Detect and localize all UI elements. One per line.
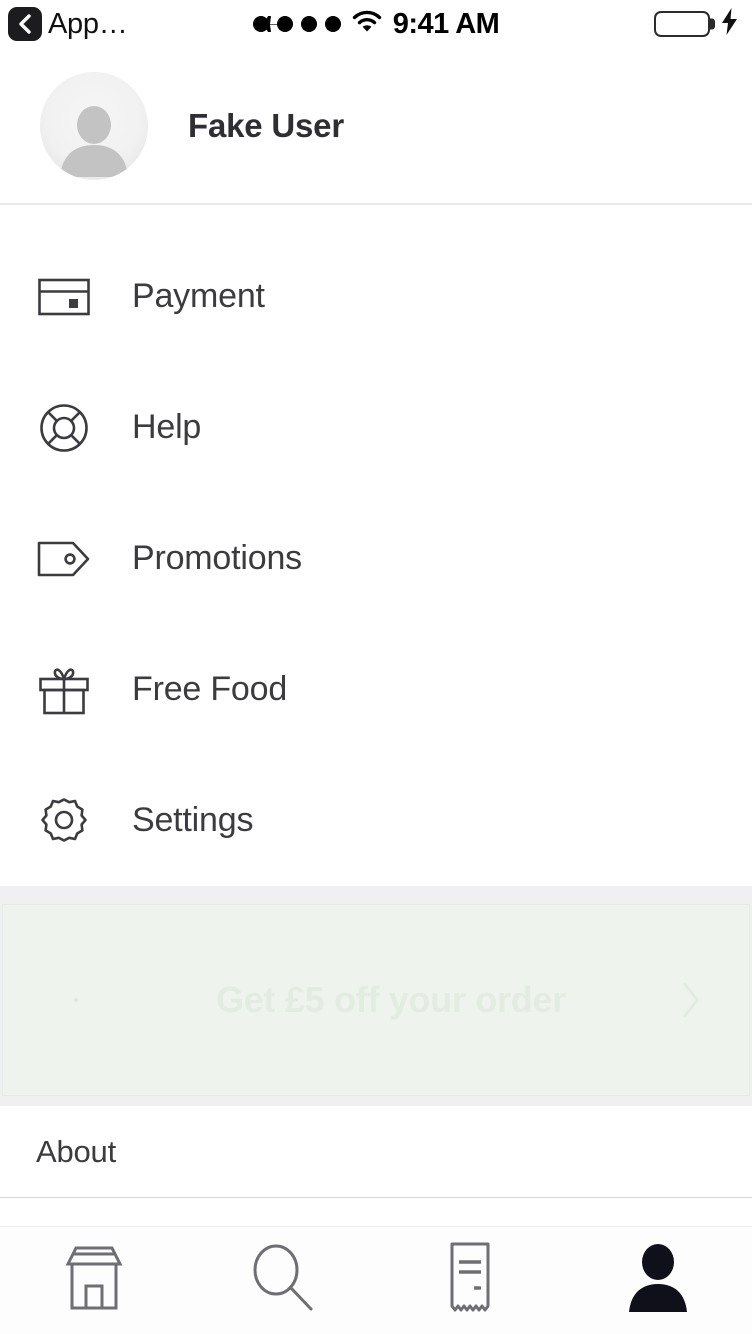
tab-orders[interactable]: [376, 1227, 564, 1334]
menu-item-label: Promotions: [132, 539, 302, 577]
tab-account[interactable]: [564, 1227, 752, 1334]
back-button-label: App…: [48, 7, 128, 40]
menu-item-help[interactable]: Help: [0, 362, 752, 493]
about-label: About: [36, 1133, 117, 1169]
life-ring-icon: [36, 403, 92, 453]
bottom-tab-bar: [0, 1226, 752, 1334]
menu-item-payment[interactable]: Payment: [0, 231, 752, 362]
avatar[interactable]: [40, 71, 148, 180]
promo-banner-text: Get £5 off your order: [216, 979, 566, 1020]
account-menu: Payment Help Promotions Free Food Settin…: [0, 205, 752, 886]
menu-item-promotions[interactable]: Promotions: [0, 493, 752, 624]
status-bar: App… 9:41 AM: [0, 0, 752, 48]
charging-bolt-icon: [721, 8, 738, 40]
menu-item-label: Settings: [132, 801, 254, 839]
chevron-left-icon[interactable]: [8, 7, 42, 41]
cellular-signal-dots-icon: [252, 13, 341, 35]
menu-item-about[interactable]: About: [0, 1106, 752, 1198]
menu-item-settings[interactable]: Settings: [0, 755, 752, 886]
page-title: Fake User: [188, 106, 344, 144]
about-section: About: [0, 1106, 752, 1226]
chevron-right-icon[interactable]: [661, 980, 721, 1020]
status-bar-clock: 9:41 AM: [392, 7, 500, 40]
back-to-app-button[interactable]: App…: [8, 7, 128, 41]
person-icon: [623, 1242, 693, 1319]
gear-icon: [36, 796, 92, 846]
menu-item-label: Help: [132, 408, 202, 446]
profile-header[interactable]: Fake User: [0, 48, 752, 205]
user-avatar-placeholder-icon: [55, 103, 133, 180]
app-screen: App… 9:41 AM Fake User Payment Help Prom…: [0, 0, 752, 1334]
status-bar-right: [654, 8, 738, 40]
promo-banner-section: Get £5 off your order: [0, 886, 752, 1106]
menu-item-label: Payment: [132, 277, 265, 315]
receipt-icon: [439, 1240, 501, 1321]
menu-item-free-food[interactable]: Free Food: [0, 624, 752, 755]
gift-icon: [36, 664, 92, 716]
storefront-icon: [54, 1242, 134, 1319]
promo-banner[interactable]: Get £5 off your order: [2, 904, 750, 1096]
promo-banner-marker: [31, 998, 121, 1002]
tag-icon: [36, 538, 92, 580]
tab-search[interactable]: [188, 1227, 376, 1334]
tab-store[interactable]: [0, 1227, 188, 1334]
search-icon: [245, 1241, 319, 1320]
menu-item-label: Free Food: [132, 670, 288, 708]
airplane-mode-icon: [249, 12, 289, 41]
battery-full-icon: [654, 11, 715, 37]
credit-card-icon: [36, 277, 92, 317]
wifi-icon: [352, 10, 382, 38]
